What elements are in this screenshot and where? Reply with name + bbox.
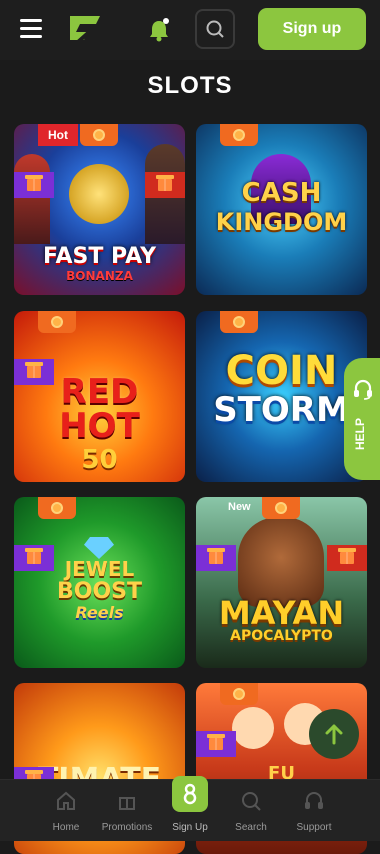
hot-badge: Hot	[38, 124, 78, 146]
scroll-to-top-button[interactable]	[309, 709, 359, 759]
coin-icon	[51, 316, 63, 328]
gift-badge	[327, 545, 367, 571]
coin-badge	[38, 311, 76, 333]
game-tile-fast-pay-bonanza[interactable]: FAST PAY BONANZA Hot	[14, 124, 185, 295]
gift-icon	[156, 175, 174, 191]
coin-badge	[220, 683, 258, 705]
gift-icon	[25, 548, 43, 564]
headset-icon	[305, 792, 323, 809]
game-tile-coin-storm[interactable]: COIN STORM	[196, 311, 367, 482]
gift-badge	[196, 545, 236, 571]
character-art	[14, 154, 50, 244]
coin-badge	[220, 311, 258, 333]
search-icon	[242, 792, 261, 811]
help-tab[interactable]: HELP	[344, 358, 380, 480]
game-title: CASH	[241, 178, 322, 208]
arrow-up-icon	[325, 724, 343, 745]
game-subtitle: BONANZA	[66, 269, 133, 283]
coin-icon	[51, 502, 63, 514]
gift-icon	[119, 797, 135, 810]
headset-icon	[354, 379, 372, 400]
game-subtitle: 50	[81, 445, 118, 475]
bottom-nav: Home Promotions Sign Up Search Support	[0, 776, 380, 841]
game-title: MAYAN	[218, 594, 345, 632]
gift-icon	[25, 362, 43, 378]
search-button[interactable]	[195, 9, 235, 49]
signup-icon	[172, 776, 208, 812]
home-icon	[57, 791, 75, 810]
gift-badge	[196, 731, 236, 757]
new-badge: New	[228, 501, 251, 513]
gift-icon	[338, 548, 356, 564]
signup-button[interactable]: Sign up	[258, 8, 366, 50]
search-icon	[206, 20, 224, 38]
gift-icon	[207, 548, 225, 564]
game-tile-red-hot-50[interactable]: RED HOT 50	[14, 311, 185, 482]
coin-badge	[220, 124, 258, 146]
game-title: COIN	[225, 348, 338, 394]
game-subtitle: APOCALYPTO	[230, 628, 333, 644]
bell-icon[interactable]	[148, 18, 170, 42]
coin-icon	[233, 688, 245, 700]
coin-icon	[93, 129, 105, 141]
game-subtitle: STORM	[213, 390, 350, 430]
game-subtitle: BOOST	[56, 579, 143, 604]
coin-icon	[233, 129, 245, 141]
game-tile-mayan-apocalypto[interactable]: MAYAN APOCALYPTO New	[196, 497, 367, 668]
menu-icon[interactable]	[20, 19, 42, 39]
page-title: SLOTS	[147, 72, 233, 99]
game-title: FAST PAY	[43, 244, 156, 269]
gift-icon	[207, 734, 225, 750]
gift-badge	[14, 172, 54, 198]
nav-support[interactable]: Support	[276, 780, 352, 841]
gift-badge	[14, 359, 54, 385]
game-subtitle: Reels	[75, 603, 124, 622]
game-subtitle: KINGDOM	[215, 208, 348, 236]
coin-icon	[275, 502, 287, 514]
character-art	[232, 707, 274, 749]
trophy-art	[69, 164, 129, 224]
game-tile-cash-kingdom[interactable]: CASH KINGDOM	[196, 124, 367, 295]
nav-label: Support	[296, 822, 332, 833]
coin-badge	[262, 497, 300, 519]
top-bar: Sign up	[0, 0, 380, 60]
brand-logo[interactable]	[66, 12, 102, 46]
coin-icon	[233, 316, 245, 328]
gift-badge	[14, 545, 54, 571]
game-subtitle: HOT	[59, 406, 140, 446]
game-tile-jewel-boost-reels[interactable]: JEWEL BOOST Reels	[14, 497, 185, 668]
help-label: HELP	[353, 417, 367, 450]
coin-badge	[38, 497, 76, 519]
coin-badge	[80, 124, 118, 146]
gift-icon	[25, 175, 43, 191]
gift-badge	[145, 172, 185, 198]
